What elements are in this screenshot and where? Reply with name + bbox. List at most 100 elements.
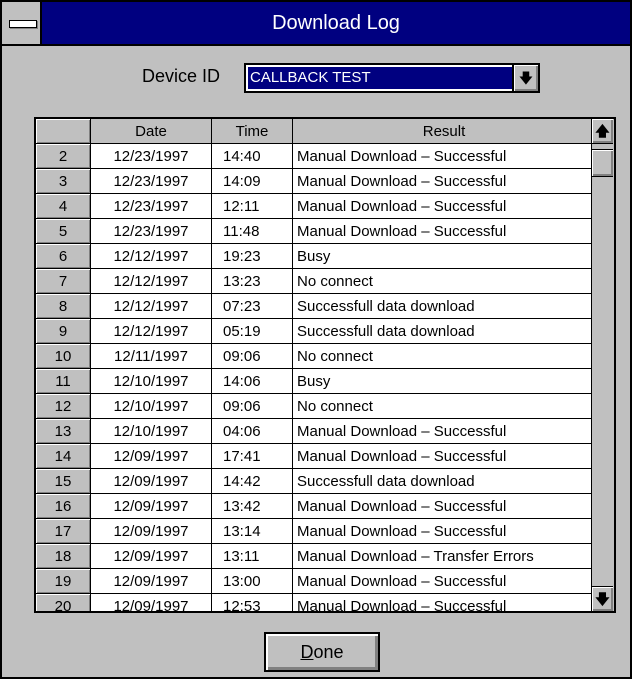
table-row[interactable]: 5 12/23/1997 11:48 Manual Download – Succes…: [36, 218, 596, 244]
time-cell[interactable]: 12:11: [211, 193, 293, 219]
time-cell[interactable]: 07:23: [211, 293, 293, 319]
scroll-up-button[interactable]: 🡅: [592, 119, 613, 144]
time-cell[interactable]: 13:42: [211, 493, 293, 519]
table-row[interactable]: 7 12/12/1997 13:23 No connect: [36, 268, 596, 294]
row-number-cell[interactable]: 14: [36, 443, 91, 469]
result-cell[interactable]: Manual Download – Transfer Errors: [292, 543, 596, 569]
date-cell[interactable]: 12/23/1997: [90, 168, 212, 194]
row-number-cell[interactable]: 16: [36, 493, 91, 519]
row-number-cell[interactable]: 4: [36, 193, 91, 219]
table-row[interactable]: 10 12/11/1997 09:06 No connect: [36, 343, 596, 369]
date-cell[interactable]: 12/11/1997: [90, 343, 212, 369]
time-cell[interactable]: 14:42: [211, 468, 293, 494]
row-number-cell[interactable]: 3: [36, 168, 91, 194]
table-row[interactable]: 9 12/12/1997 05:19 Successfull data downloa…: [36, 318, 596, 344]
time-cell[interactable]: 13:23: [211, 268, 293, 294]
date-cell[interactable]: 12/23/1997: [90, 193, 212, 219]
row-number-cell[interactable]: 13: [36, 418, 91, 444]
result-cell[interactable]: Manual Download – Successful: [292, 443, 596, 469]
device-id-value[interactable]: CALLBACK TEST: [248, 67, 512, 89]
date-cell[interactable]: 12/09/1997: [90, 443, 212, 469]
table-row[interactable]: 18 12/09/1997 13:11 Manual Download – Trans…: [36, 543, 596, 569]
date-cell[interactable]: 12/12/1997: [90, 268, 212, 294]
table-row[interactable]: 4 12/23/1997 12:11 Manual Download – Succes…: [36, 193, 596, 219]
result-cell[interactable]: Manual Download – Successful: [292, 493, 596, 519]
row-number-cell[interactable]: 10: [36, 343, 91, 369]
result-cell[interactable]: Manual Download – Successful: [292, 193, 596, 219]
result-cell[interactable]: Manual Download – Successful: [292, 593, 596, 611]
result-cell[interactable]: Manual Download – Successful: [292, 143, 596, 169]
table-row[interactable]: 14 12/09/1997 17:41 Manual Download – Succe…: [36, 443, 596, 469]
row-number-cell[interactable]: 2: [36, 143, 91, 169]
table-row[interactable]: 6 12/12/1997 19:23 Busy: [36, 243, 596, 269]
result-cell[interactable]: Manual Download – Successful: [292, 418, 596, 444]
row-number-cell[interactable]: 20: [36, 593, 91, 611]
row-number-cell[interactable]: 7: [36, 268, 91, 294]
table-row[interactable]: 19 12/09/1997 13:00 Manual Download – Succe…: [36, 568, 596, 594]
date-cell[interactable]: 12/09/1997: [90, 568, 212, 594]
result-cell[interactable]: No connect: [292, 343, 596, 369]
table-row[interactable]: 12 12/10/1997 09:06 No connect: [36, 393, 596, 419]
vertical-scrollbar[interactable]: 🡅 🡇: [591, 119, 614, 611]
result-cell[interactable]: Manual Download – Successful: [292, 568, 596, 594]
row-number-cell[interactable]: 11: [36, 368, 91, 394]
time-cell[interactable]: 05:19: [211, 318, 293, 344]
table-row[interactable]: 15 12/09/1997 14:42 Successfull data downlo…: [36, 468, 596, 494]
date-cell[interactable]: 12/12/1997: [90, 293, 212, 319]
result-cell[interactable]: Manual Download – Successful: [292, 518, 596, 544]
table-row[interactable]: 8 12/12/1997 07:23 Successfull data downloa…: [36, 293, 596, 319]
row-number-cell[interactable]: 17: [36, 518, 91, 544]
column-header-result[interactable]: Result: [292, 119, 596, 144]
result-cell[interactable]: Busy: [292, 243, 596, 269]
time-cell[interactable]: 04:06: [211, 418, 293, 444]
table-row[interactable]: 17 12/09/1997 13:14 Manual Download – Succe…: [36, 518, 596, 544]
scroll-track[interactable]: [592, 144, 613, 586]
time-cell[interactable]: 12:53: [211, 593, 293, 611]
done-button[interactable]: Done: [264, 632, 380, 672]
table-row[interactable]: 11 12/10/1997 14:06 Busy: [36, 368, 596, 394]
date-cell[interactable]: 12/12/1997: [90, 243, 212, 269]
time-cell[interactable]: 11:48: [211, 218, 293, 244]
date-cell[interactable]: 12/10/1997: [90, 393, 212, 419]
date-cell[interactable]: 12/23/1997: [90, 218, 212, 244]
scroll-thumb[interactable]: [592, 149, 613, 177]
date-cell[interactable]: 12/09/1997: [90, 468, 212, 494]
date-cell[interactable]: 12/10/1997: [90, 418, 212, 444]
row-number-cell[interactable]: 5: [36, 218, 91, 244]
table-row[interactable]: 20 12/09/1997 12:53 Manual Download – Succe…: [36, 593, 596, 611]
result-cell[interactable]: Successfull data download: [292, 318, 596, 344]
date-cell[interactable]: 12/09/1997: [90, 593, 212, 611]
download-log-table[interactable]: Date Time Result 2 12/23/1997 14:40 Manual …: [34, 117, 616, 613]
result-cell[interactable]: Successfull data download: [292, 468, 596, 494]
time-cell[interactable]: 09:06: [211, 393, 293, 419]
dropdown-button[interactable]: 🡇: [512, 65, 538, 91]
table-row[interactable]: 2 12/23/1997 14:40 Manual Download – Succes…: [36, 143, 596, 169]
row-number-cell[interactable]: 18: [36, 543, 91, 569]
date-cell[interactable]: 12/09/1997: [90, 543, 212, 569]
time-cell[interactable]: 13:00: [211, 568, 293, 594]
column-header-date[interactable]: Date: [90, 119, 212, 144]
row-number-cell[interactable]: 15: [36, 468, 91, 494]
time-cell[interactable]: 17:41: [211, 443, 293, 469]
time-cell[interactable]: 14:40: [211, 143, 293, 169]
row-number-cell[interactable]: 12: [36, 393, 91, 419]
row-number-cell[interactable]: 8: [36, 293, 91, 319]
row-number-cell[interactable]: 19: [36, 568, 91, 594]
system-menu-button[interactable]: [2, 2, 42, 44]
table-row[interactable]: 3 12/23/1997 14:09 Manual Download – Succes…: [36, 168, 596, 194]
result-cell[interactable]: No connect: [292, 268, 596, 294]
date-cell[interactable]: 12/23/1997: [90, 143, 212, 169]
result-cell[interactable]: Manual Download – Successful: [292, 218, 596, 244]
time-cell[interactable]: 13:14: [211, 518, 293, 544]
date-cell[interactable]: 12/09/1997: [90, 518, 212, 544]
table-row[interactable]: 16 12/09/1997 13:42 Manual Download – Succe…: [36, 493, 596, 519]
date-cell[interactable]: 12/12/1997: [90, 318, 212, 344]
table-row[interactable]: 13 12/10/1997 04:06 Manual Download – Succe…: [36, 418, 596, 444]
result-cell[interactable]: Successfull data download: [292, 293, 596, 319]
time-cell[interactable]: 14:06: [211, 368, 293, 394]
time-cell[interactable]: 19:23: [211, 243, 293, 269]
result-cell[interactable]: Manual Download – Successful: [292, 168, 596, 194]
date-cell[interactable]: 12/09/1997: [90, 493, 212, 519]
row-number-cell[interactable]: 6: [36, 243, 91, 269]
device-id-combobox[interactable]: CALLBACK TEST 🡇: [244, 63, 540, 93]
